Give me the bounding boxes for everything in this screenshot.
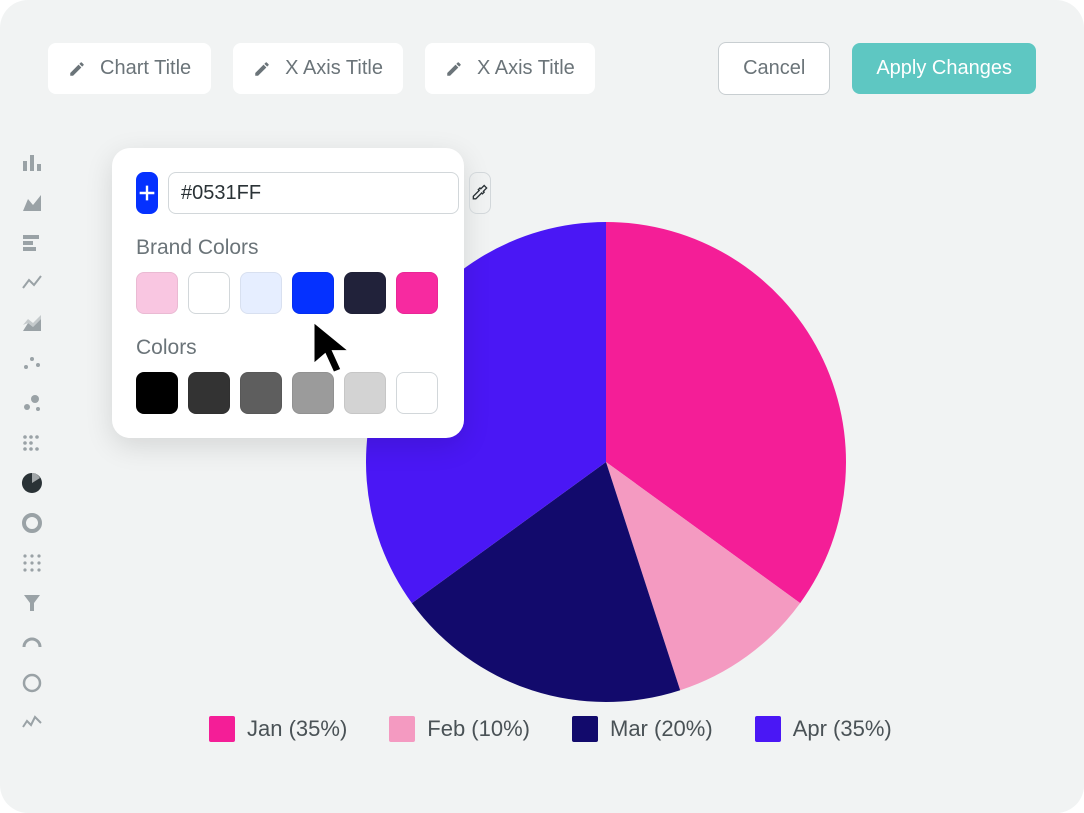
dot-plot-rail-item[interactable] — [19, 430, 45, 456]
legend-label: Feb (10%) — [427, 716, 530, 742]
cancel-button[interactable]: Cancel — [718, 42, 830, 95]
spark-icon — [20, 711, 44, 735]
bar-chart-icon — [20, 151, 44, 175]
legend-item-jan[interactable]: Jan (35%) — [209, 716, 347, 742]
grid-chart-icon — [20, 551, 44, 575]
plus-icon — [136, 182, 158, 204]
chart-title-input[interactable]: Chart Title — [48, 43, 211, 94]
color-swatch-5[interactable] — [396, 372, 438, 414]
brand-color-swatch-2[interactable] — [240, 272, 282, 314]
pencil-icon — [445, 60, 463, 78]
gauge-icon — [20, 631, 44, 655]
chart-type-rail — [10, 150, 54, 736]
spark-rail-item[interactable] — [19, 710, 45, 736]
y-axis-title-placeholder: X Axis Title — [477, 57, 575, 80]
legend-item-feb[interactable]: Feb (10%) — [389, 716, 530, 742]
funnel-icon — [20, 591, 44, 615]
donut-chart-icon — [20, 511, 44, 535]
color-swatch-0[interactable] — [136, 372, 178, 414]
brand-color-swatch-3[interactable] — [292, 272, 334, 314]
apply-button[interactable]: Apply Changes — [852, 43, 1036, 94]
horizontal-bar-rail-item[interactable] — [19, 230, 45, 256]
x-axis-title-input[interactable]: X Axis Title — [233, 43, 403, 94]
pie-chart-rail-item[interactable] — [19, 470, 45, 496]
app-frame: Chart Title X Axis Title X Axis Title Ca… — [0, 0, 1084, 813]
x-axis-title-placeholder: X Axis Title — [285, 57, 383, 80]
legend-label: Apr (35%) — [793, 716, 892, 742]
line-chart-icon — [20, 271, 44, 295]
color-swatch-2[interactable] — [240, 372, 282, 414]
color-swatch-3[interactable] — [292, 372, 334, 414]
stacked-area-rail-item[interactable] — [19, 310, 45, 336]
bar-chart-rail-item[interactable] — [19, 150, 45, 176]
hex-input[interactable] — [168, 172, 459, 214]
pie-chart-icon — [20, 471, 44, 495]
legend-item-apr[interactable]: Apr (35%) — [755, 716, 892, 742]
color-swatch-1[interactable] — [188, 372, 230, 414]
legend-item-mar[interactable]: Mar (20%) — [572, 716, 713, 742]
donut-chart-rail-item[interactable] — [19, 510, 45, 536]
legend: Jan (35%) Feb (10%) Mar (20%) Apr (35%) — [209, 716, 892, 742]
scatter-icon — [20, 351, 44, 375]
pencil-icon — [68, 60, 86, 78]
legend-swatch — [389, 716, 415, 742]
add-color-button[interactable] — [136, 172, 158, 214]
legend-swatch — [572, 716, 598, 742]
eyedropper-icon — [470, 183, 490, 203]
bubble-icon — [20, 391, 44, 415]
dot-plot-icon — [20, 431, 44, 455]
stacked-area-icon — [20, 311, 44, 335]
ring-icon — [20, 671, 44, 695]
legend-label: Mar (20%) — [610, 716, 713, 742]
colors-row — [136, 372, 440, 414]
line-chart-rail-item[interactable] — [19, 270, 45, 296]
brand-color-swatch-5[interactable] — [396, 272, 438, 314]
funnel-rail-item[interactable] — [19, 590, 45, 616]
area-chart-icon — [20, 191, 44, 215]
brand-color-swatch-0[interactable] — [136, 272, 178, 314]
brand-colors-label: Brand Colors — [136, 236, 440, 260]
color-picker-popover: Brand Colors Colors — [112, 148, 464, 438]
brand-colors-row — [136, 272, 440, 314]
toolbar: Chart Title X Axis Title X Axis Title Ca… — [48, 42, 1036, 95]
area-chart-rail-item[interactable] — [19, 190, 45, 216]
brand-color-swatch-1[interactable] — [188, 272, 230, 314]
horizontal-bar-icon — [20, 231, 44, 255]
colors-label: Colors — [136, 336, 440, 360]
eyedropper-button[interactable] — [469, 172, 491, 214]
legend-label: Jan (35%) — [247, 716, 347, 742]
legend-swatch — [209, 716, 235, 742]
chart-title-placeholder: Chart Title — [100, 57, 191, 80]
color-swatch-4[interactable] — [344, 372, 386, 414]
pencil-icon — [253, 60, 271, 78]
scatter-rail-item[interactable] — [19, 350, 45, 376]
ring-rail-item[interactable] — [19, 670, 45, 696]
gauge-rail-item[interactable] — [19, 630, 45, 656]
legend-swatch — [755, 716, 781, 742]
y-axis-title-input[interactable]: X Axis Title — [425, 43, 595, 94]
brand-color-swatch-4[interactable] — [344, 272, 386, 314]
bubble-rail-item[interactable] — [19, 390, 45, 416]
grid-chart-rail-item[interactable] — [19, 550, 45, 576]
